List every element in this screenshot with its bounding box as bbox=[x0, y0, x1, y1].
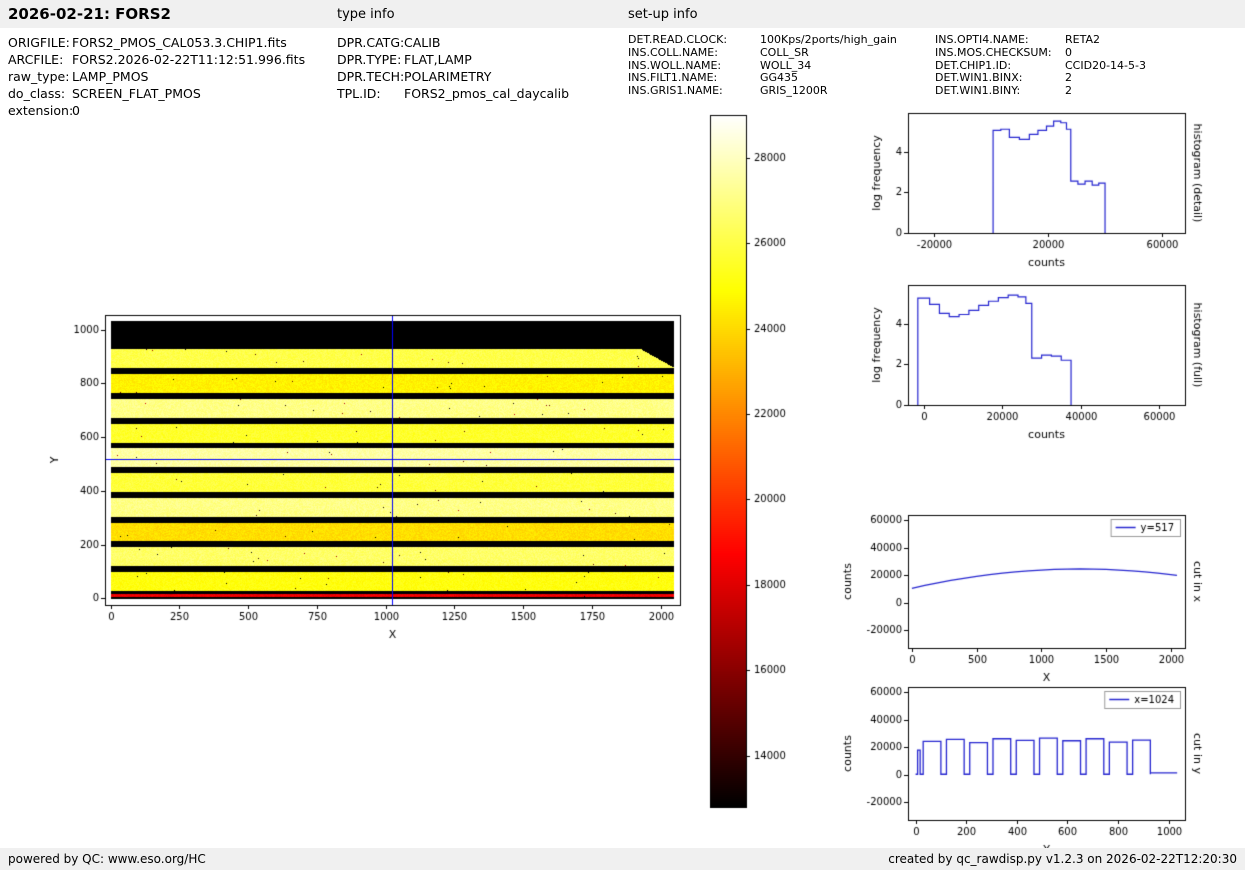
meta-label: ORIGFILE: bbox=[8, 34, 72, 51]
meta-value: RETA2 bbox=[1065, 33, 1100, 46]
meta-value: LAMP_PMOS bbox=[72, 69, 148, 84]
meta-value: GRIS_1200R bbox=[760, 84, 828, 97]
meta-row-ins-opti4-name: INS.OPTI4.NAME:RETA2 bbox=[935, 34, 1146, 47]
meta-value: WOLL_34 bbox=[760, 59, 811, 72]
meta-row-tpl-id: TPL.ID:FORS2_pmos_cal_daycalib bbox=[337, 85, 569, 102]
histogram-full-plot bbox=[830, 267, 1232, 439]
file-info-block: ORIGFILE:FORS2_PMOS_CAL053.3.CHIP1.fits … bbox=[8, 34, 305, 119]
meta-label: do_class: bbox=[8, 85, 72, 102]
meta-label: raw_type: bbox=[8, 68, 72, 85]
meta-value: COLL_SR bbox=[760, 46, 809, 59]
setup-info-block-right: INS.OPTI4.NAME:RETA2 INS.MOS.CHECKSUM:0 … bbox=[935, 34, 1146, 98]
meta-row-raw-type: raw_type:LAMP_PMOS bbox=[8, 68, 305, 85]
detector-image-plot bbox=[40, 295, 700, 660]
meta-label: INS.MOS.CHECKSUM: bbox=[935, 47, 1065, 60]
meta-value: CALIB bbox=[404, 35, 441, 50]
meta-label: ARCFILE: bbox=[8, 51, 72, 68]
histogram-detail-plot bbox=[830, 95, 1232, 267]
cut-in-y-plot bbox=[830, 669, 1232, 855]
footer-qc-link[interactable]: www.eso.org/HC bbox=[108, 852, 206, 866]
meta-value: SCREEN_FLAT_PMOS bbox=[72, 86, 201, 101]
colorbar bbox=[702, 105, 817, 825]
meta-row-do-class: do_class:SCREEN_FLAT_PMOS bbox=[8, 85, 305, 102]
meta-value: FORS2_pmos_cal_daycalib bbox=[404, 86, 569, 101]
meta-label: DET.READ.CLOCK: bbox=[628, 34, 760, 47]
meta-label: extension: bbox=[8, 102, 72, 119]
meta-value: FORS2.2026-02-22T11:12:51.996.fits bbox=[72, 52, 305, 67]
meta-row-origfile: ORIGFILE:FORS2_PMOS_CAL053.3.CHIP1.fits bbox=[8, 34, 305, 51]
setup-info-heading: set-up info bbox=[628, 7, 698, 22]
setup-info-block-left: DET.READ.CLOCK:100Kps/2ports/high_gain I… bbox=[628, 34, 897, 98]
meta-label: INS.OPTI4.NAME: bbox=[935, 34, 1065, 47]
meta-label: DPR.CATG: bbox=[337, 34, 404, 51]
type-info-block: DPR.CATG:CALIB DPR.TYPE:FLAT,LAMP DPR.TE… bbox=[337, 34, 569, 102]
meta-value: 2 bbox=[1065, 71, 1072, 84]
header-bar: 2026-02-21: FORS2 type info set-up info bbox=[0, 0, 1245, 28]
meta-row-dpr-tech: DPR.TECH:POLARIMETRY bbox=[337, 68, 569, 85]
meta-row-dpr-catg: DPR.CATG:CALIB bbox=[337, 34, 569, 51]
meta-value: POLARIMETRY bbox=[404, 69, 491, 84]
footer-powered-text: powered by QC: bbox=[8, 852, 108, 866]
meta-value: 0 bbox=[72, 103, 80, 118]
meta-label: TPL.ID: bbox=[337, 85, 404, 102]
meta-value: 100Kps/2ports/high_gain bbox=[760, 33, 897, 46]
meta-label: INS.COLL.NAME: bbox=[628, 47, 760, 60]
cut-in-x-plot bbox=[830, 497, 1232, 683]
meta-value: 0 bbox=[1065, 46, 1072, 59]
footer-powered-by: powered by QC: www.eso.org/HC bbox=[8, 852, 206, 866]
meta-label: DPR.TECH: bbox=[337, 68, 404, 85]
type-info-heading: type info bbox=[337, 7, 395, 22]
qc-report-page: 2026-02-21: FORS2 type info set-up info … bbox=[0, 0, 1245, 870]
meta-value: CCID20-14-5-3 bbox=[1065, 59, 1146, 72]
footer-bar: powered by QC: www.eso.org/HC created by… bbox=[0, 848, 1245, 870]
meta-value: FORS2_PMOS_CAL053.3.CHIP1.fits bbox=[72, 35, 287, 50]
meta-value: GG435 bbox=[760, 71, 798, 84]
meta-row-arcfile: ARCFILE:FORS2.2026-02-22T11:12:51.996.fi… bbox=[8, 51, 305, 68]
page-title: 2026-02-21: FORS2 bbox=[8, 5, 171, 23]
footer-created-by: created by qc_rawdisp.py v1.2.3 on 2026-… bbox=[888, 852, 1237, 866]
meta-row-extension: extension:0 bbox=[8, 102, 305, 119]
meta-label: INS.GRIS1.NAME: bbox=[628, 85, 760, 98]
meta-label: DPR.TYPE: bbox=[337, 51, 404, 68]
meta-value: FLAT,LAMP bbox=[404, 52, 472, 67]
meta-row-dpr-type: DPR.TYPE:FLAT,LAMP bbox=[337, 51, 569, 68]
